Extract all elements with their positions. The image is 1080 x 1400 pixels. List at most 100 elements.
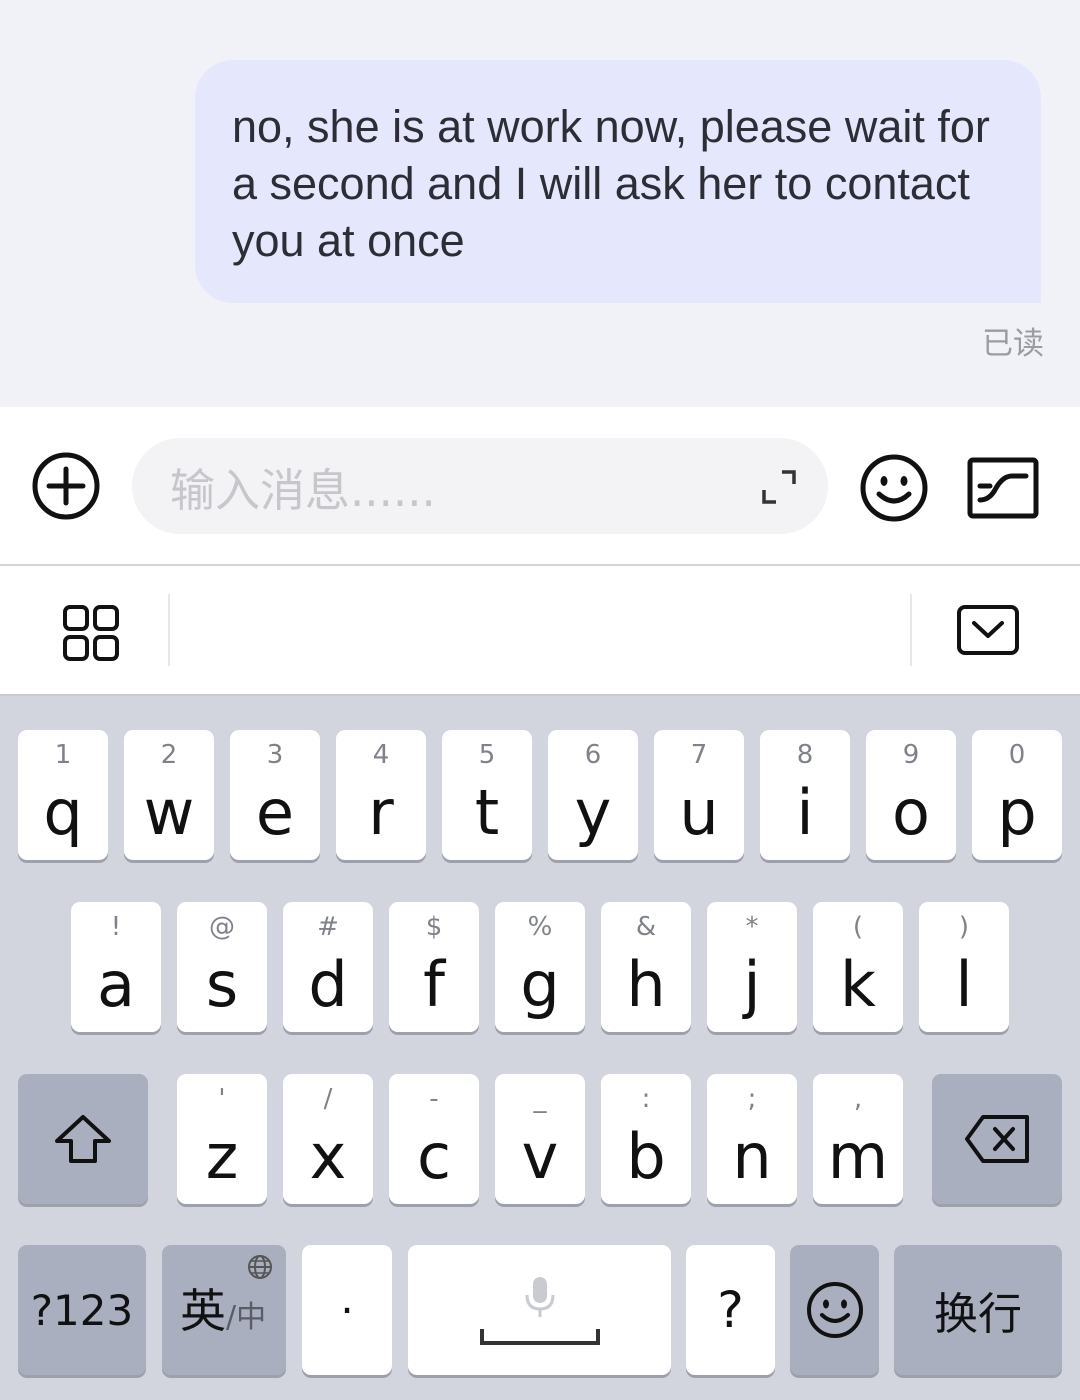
keyboard-toolbar <box>0 566 1080 696</box>
key-label: t <box>474 776 500 849</box>
key-i[interactable]: 8i <box>760 730 850 860</box>
key-a[interactable]: ! a <box>71 902 161 1032</box>
symbols-key[interactable]: ?123 <box>18 1245 146 1375</box>
key-hint: $ <box>425 912 443 942</box>
key-hint: , <box>853 1084 863 1114</box>
language-key-main: 英 <box>180 1284 226 1338</box>
key-label: p <box>997 776 1037 849</box>
key-w[interactable]: 2w <box>124 730 214 860</box>
key-label: l <box>955 948 973 1021</box>
smiley-icon <box>806 1282 863 1338</box>
expand-icon[interactable] <box>760 468 798 506</box>
key-r[interactable]: 4r <box>336 730 426 860</box>
emoji-key[interactable] <box>790 1245 879 1375</box>
key-hint: 0 <box>1008 740 1026 770</box>
key-v[interactable]: _ v <box>495 1074 585 1204</box>
key-hint: 3 <box>266 740 284 770</box>
key-k[interactable]: (k <box>813 902 903 1032</box>
key-hint: - <box>429 1084 439 1114</box>
key-d[interactable]: # d <box>283 902 373 1032</box>
key-label: w <box>143 776 195 849</box>
key-label: q <box>43 776 83 849</box>
toolbar-divider-left <box>168 594 170 666</box>
chevron-down-icon <box>957 605 1019 655</box>
key-label: a <box>97 948 135 1021</box>
key-label: i <box>796 776 814 849</box>
message-bubble[interactable]: no, she is at work now, please wait for … <box>195 60 1041 303</box>
key-hint: @ <box>209 912 235 942</box>
attach-button[interactable] <box>30 450 102 522</box>
message-input[interactable]: 输入消息...... <box>132 438 828 534</box>
key-hint: ' <box>218 1084 226 1114</box>
input-bar: 输入消息...... <box>0 407 1080 566</box>
key-label: s <box>205 948 239 1021</box>
spacebar-icon <box>480 1329 600 1345</box>
message-input-placeholder: 输入消息...... <box>170 463 436 517</box>
sticker-icon <box>967 457 1039 519</box>
key-x[interactable]: / x <box>283 1074 373 1204</box>
key-c[interactable]: -c <box>389 1074 479 1204</box>
key-b[interactable]: :b <box>601 1074 691 1204</box>
key-label: g <box>520 948 560 1021</box>
key-p[interactable]: 0p <box>972 730 1062 860</box>
key-y[interactable]: 6y <box>548 730 638 860</box>
key-hint: / <box>323 1084 333 1114</box>
question-key[interactable]: ? <box>686 1245 775 1375</box>
key-hint: & <box>635 912 657 942</box>
chat-area: no, she is at work now, please wait for … <box>0 0 1080 407</box>
read-status: 已读 <box>982 326 1044 362</box>
key-e[interactable]: 3e <box>230 730 320 860</box>
key-hint: 5 <box>478 740 496 770</box>
language-key[interactable]: 英/中 <box>162 1245 286 1375</box>
key-h[interactable]: & h <box>601 902 691 1032</box>
emoji-button[interactable] <box>858 452 930 524</box>
dot-key[interactable]: · <box>302 1245 392 1375</box>
key-label: o <box>892 776 930 849</box>
key-hint: 4 <box>372 740 390 770</box>
keyboard: 1q2w3e4r5t6y7u8i9o0p ! a @ s # d $ f% g & h * j(k) l … <box>0 696 1080 1400</box>
key-f[interactable]: $ f <box>389 902 479 1032</box>
key-hint: 7 <box>690 740 708 770</box>
key-hint: 2 <box>160 740 178 770</box>
key-m[interactable]: ,m <box>813 1074 903 1204</box>
key-label: m <box>827 1120 889 1193</box>
key-n[interactable]: ; n <box>707 1074 797 1204</box>
shift-key[interactable] <box>18 1074 148 1204</box>
microphone-icon <box>525 1277 555 1317</box>
backspace-icon <box>965 1115 1029 1163</box>
space-key[interactable] <box>408 1245 671 1375</box>
key-hint: 9 <box>902 740 920 770</box>
key-o[interactable]: 9o <box>866 730 956 860</box>
key-z[interactable]: ' z <box>177 1074 267 1204</box>
grid-icon <box>63 605 119 661</box>
key-l[interactable]: ) l <box>919 902 1009 1032</box>
sticker-button[interactable] <box>966 456 1040 520</box>
key-label: h <box>626 948 666 1021</box>
enter-key[interactable]: 换行 <box>894 1245 1062 1375</box>
plus-circle-icon <box>32 452 100 520</box>
key-q[interactable]: 1q <box>18 730 108 860</box>
key-label: c <box>416 1120 452 1193</box>
key-label: e <box>255 776 295 849</box>
key-label: f <box>423 948 445 1021</box>
key-j[interactable]: * j <box>707 902 797 1032</box>
key-hint: % <box>527 912 553 942</box>
dot-key-label: · <box>340 1285 354 1335</box>
hide-keyboard-button[interactable] <box>956 604 1020 656</box>
key-label: k <box>840 948 876 1021</box>
key-hint: 6 <box>584 740 602 770</box>
key-t[interactable]: 5t <box>442 730 532 860</box>
key-g[interactable]: % g <box>495 902 585 1032</box>
key-hint: 1 <box>54 740 72 770</box>
smiley-icon <box>860 454 928 522</box>
question-key-label: ? <box>717 1281 744 1339</box>
key-hint: ! <box>110 912 122 942</box>
key-label: u <box>679 776 719 849</box>
key-label: x <box>309 1120 347 1193</box>
symbols-key-label: ?123 <box>30 1285 134 1335</box>
apps-button[interactable] <box>62 604 120 662</box>
backspace-key[interactable] <box>932 1074 1062 1204</box>
key-u[interactable]: 7u <box>654 730 744 860</box>
key-hint: # <box>317 912 339 942</box>
key-s[interactable]: @ s <box>177 902 267 1032</box>
